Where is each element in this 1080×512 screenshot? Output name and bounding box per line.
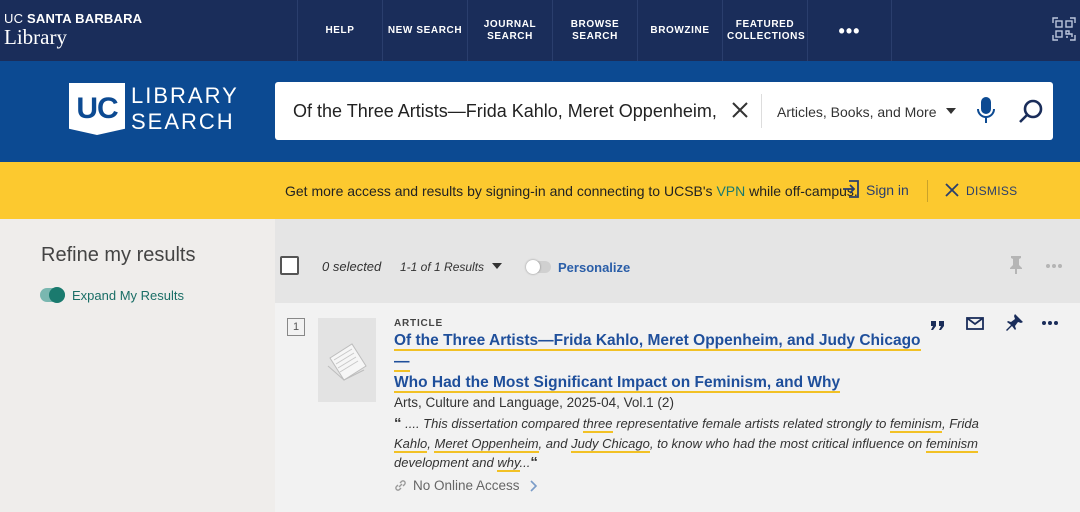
close-icon[interactable] bbox=[730, 100, 750, 120]
refine-sidebar: Refine my results Expand My Results bbox=[0, 219, 275, 512]
snippet-highlight: feminism bbox=[925, 435, 978, 453]
snippet-text: ... bbox=[519, 455, 531, 470]
nav-new-search[interactable]: NEW SEARCH bbox=[382, 0, 467, 61]
title-line1: Of the Three Artists—Frida Kahlo, Meret … bbox=[394, 332, 921, 372]
snippet-highlight: feminism bbox=[889, 416, 942, 433]
snippet-text: .... This dissertation compared bbox=[401, 416, 583, 431]
title-line2: Who Had the Most Significant Impact on F… bbox=[394, 374, 841, 393]
record-source: Arts, Culture and Language, 2025-04, Vol… bbox=[394, 395, 674, 410]
nav-journal-search[interactable]: JOURNAL SEARCH bbox=[467, 0, 552, 61]
logo-line2: SEARCH bbox=[131, 109, 235, 134]
nav-browse-search-label: BROWSE SEARCH bbox=[570, 18, 620, 42]
sign-in-icon[interactable] bbox=[842, 179, 860, 199]
more-icon[interactable] bbox=[1040, 313, 1060, 333]
logo-text: LIBRARY SEARCH bbox=[131, 83, 239, 135]
result-record: 1 ARTICLE Of the Three Artists—Frida Kah… bbox=[275, 303, 1080, 512]
chevron-right-icon bbox=[529, 479, 537, 492]
refine-title: Refine my results bbox=[41, 244, 196, 266]
sign-in-button[interactable]: Sign in bbox=[866, 182, 909, 198]
brand-line2: Library bbox=[4, 25, 67, 49]
snippet-text: , Frida bbox=[941, 416, 979, 431]
snippet-highlight: Judy Chicago bbox=[571, 435, 650, 453]
snippet-highlight: three bbox=[582, 416, 613, 433]
brand-line1: UC SANTA BARBARA bbox=[4, 11, 184, 26]
more-icon[interactable] bbox=[1045, 263, 1063, 269]
close-quote-icon: “ bbox=[530, 454, 538, 471]
dismiss-button[interactable]: DISMISS bbox=[966, 184, 1017, 198]
library-search-logo[interactable]: UC LIBRARY SEARCH bbox=[69, 82, 239, 136]
qr-code-icon[interactable] bbox=[1052, 17, 1076, 41]
availability-text: No Online Access bbox=[413, 478, 520, 493]
cite-icon[interactable] bbox=[928, 313, 948, 333]
snippet-highlight: Meret Oppenheim bbox=[434, 435, 539, 453]
banner-divider bbox=[927, 180, 928, 202]
banner-text-before: Get more access and results by signing-i… bbox=[285, 183, 717, 199]
nav-browzine[interactable]: BROWZINE bbox=[637, 0, 722, 61]
search-scope-select[interactable]: Articles, Books, and More bbox=[777, 104, 937, 120]
banner-text-after: while off-campus. bbox=[745, 183, 858, 199]
expand-results-label[interactable]: Expand My Results bbox=[72, 288, 184, 303]
chevron-down-icon[interactable] bbox=[492, 263, 502, 269]
scope-divider bbox=[761, 94, 762, 128]
record-snippet: “ .... This dissertation compared three … bbox=[394, 414, 1006, 473]
nav-journal-search-label: JOURNAL SEARCH bbox=[483, 18, 537, 42]
email-icon[interactable] bbox=[965, 313, 985, 333]
pin-icon[interactable] bbox=[1004, 313, 1024, 333]
banner-message: Get more access and results by signing-i… bbox=[285, 183, 858, 199]
snippet-text: , and bbox=[538, 435, 572, 451]
top-navigation: UC SANTA BARBARA Library HELP NEW SEARCH… bbox=[0, 0, 1080, 61]
article-thumbnail[interactable] bbox=[318, 318, 376, 402]
close-icon[interactable] bbox=[945, 183, 959, 197]
microphone-icon[interactable] bbox=[975, 96, 997, 126]
link-icon bbox=[395, 480, 406, 491]
record-number: 1 bbox=[287, 318, 305, 336]
nav-more-button[interactable]: ••• bbox=[807, 0, 892, 61]
expand-results-toggle[interactable] bbox=[40, 287, 65, 303]
search-band: UC LIBRARY SEARCH Of the Three Artists—F… bbox=[0, 61, 1080, 162]
personalize-label[interactable]: Personalize bbox=[558, 260, 630, 275]
logo-line1: LIBRARY bbox=[131, 83, 239, 108]
search-box: Of the Three Artists—Frida Kahlo, Meret … bbox=[275, 82, 1053, 140]
nav-featured-collections-label: FEATURED COLLECTIONS bbox=[727, 18, 806, 42]
nav-featured-collections[interactable]: FEATURED COLLECTIONS bbox=[722, 0, 807, 61]
selected-count: 0 selected bbox=[322, 259, 382, 274]
chevron-down-icon[interactable] bbox=[946, 108, 956, 114]
search-input[interactable]: Of the Three Artists—Frida Kahlo, Meret … bbox=[293, 101, 721, 122]
snippet-highlight: why bbox=[497, 455, 520, 472]
open-quote-icon: “ bbox=[394, 415, 402, 432]
search-icon[interactable] bbox=[1018, 98, 1044, 124]
nav-browse-search[interactable]: BROWSE SEARCH bbox=[552, 0, 637, 61]
uc-shield-logo: UC bbox=[69, 83, 125, 135]
personalize-toggle[interactable] bbox=[526, 260, 551, 274]
snippet-text: representative female artists related st… bbox=[612, 416, 890, 431]
results-count-dropdown[interactable]: 1-1 of 1 Results bbox=[400, 260, 484, 274]
offcampus-banner: Get more access and results by signing-i… bbox=[0, 162, 1080, 219]
nav-help[interactable]: HELP bbox=[297, 0, 382, 61]
snippet-text: , to know who had the most critical infl… bbox=[649, 435, 926, 451]
library-brand[interactable]: UC SANTA BARBARA Library bbox=[4, 11, 184, 50]
pin-icon[interactable] bbox=[1008, 255, 1024, 275]
nav-menu: HELP NEW SEARCH JOURNAL SEARCH BROWSE SE… bbox=[297, 0, 892, 61]
snippet-highlight: Kahlo bbox=[394, 435, 428, 453]
document-type: ARTICLE bbox=[394, 318, 443, 329]
record-title-link[interactable]: Of the Three Artists—Frida Kahlo, Meret … bbox=[394, 330, 934, 393]
results-panel: 0 selected 1-1 of 1 Results Personalize … bbox=[275, 219, 1080, 512]
select-all-checkbox[interactable] bbox=[280, 256, 299, 275]
record-actions bbox=[925, 313, 1070, 333]
vpn-link[interactable]: VPN bbox=[716, 183, 745, 199]
brand-prefix: UC bbox=[4, 11, 24, 26]
snippet-text: development and bbox=[394, 455, 498, 470]
availability-link[interactable]: No Online Access bbox=[394, 478, 538, 493]
brand-bold: SANTA BARBARA bbox=[27, 11, 143, 26]
